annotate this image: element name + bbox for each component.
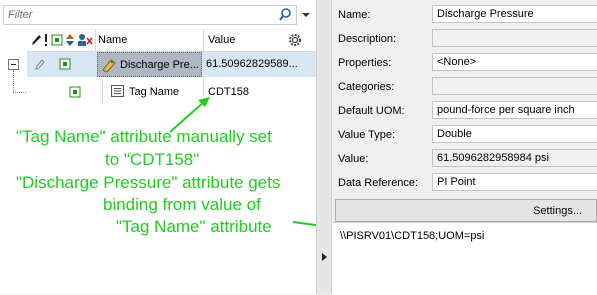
data-reference-label: Data Reference: (338, 177, 419, 189)
description-field[interactable] (432, 29, 597, 47)
config-string-box[interactable]: \\PISRV01\CDT158;UOM=psi (332, 222, 597, 295)
default-uom-label: Default UOM: (338, 105, 405, 117)
properties-pane: Name: Discharge Pressure Description: Pr… (332, 0, 597, 295)
value-label: Value: (338, 153, 369, 165)
name-label: Name: (338, 9, 371, 21)
pane-splitter[interactable] (316, 0, 332, 294)
settings-button[interactable]: Settings... (335, 199, 597, 222)
data-reference-field[interactable]: PI Point (432, 173, 597, 191)
properties-label: Properties: (338, 57, 392, 69)
categories-label: Categories: (338, 81, 395, 93)
value-type-field[interactable]: Double (432, 125, 597, 143)
value-field[interactable]: 61.5096282958984 psi (432, 149, 597, 167)
chevron-right-icon[interactable] (321, 252, 329, 265)
config-string: \\PISRV01\CDT158;UOM=psi (340, 230, 485, 242)
value-type-label: Value Type: (338, 129, 396, 141)
properties-field[interactable]: <None> (432, 53, 597, 71)
name-field[interactable]: Discharge Pressure (432, 5, 597, 23)
default-uom-field[interactable]: pound-force per square inch (432, 101, 597, 119)
description-label: Description: (338, 33, 397, 45)
categories-field[interactable] (432, 77, 597, 95)
